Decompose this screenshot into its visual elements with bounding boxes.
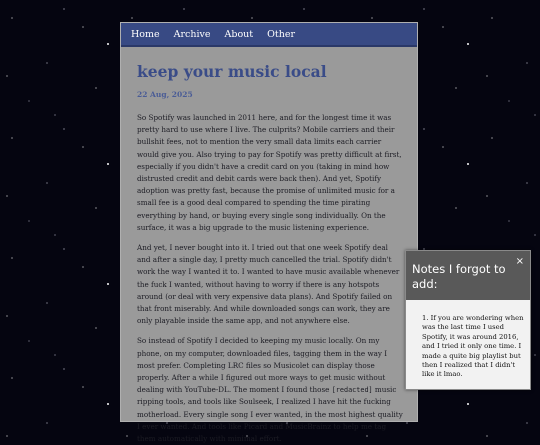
notes-body: 1. If you are wondering when was the las… (406, 300, 530, 380)
nav-archive-link[interactable]: Archive (174, 29, 211, 40)
notes-popup: Notes I forgot to add: × 1. If you are w… (405, 250, 531, 390)
top-nav: Home Archive About Other (121, 23, 417, 47)
notes-header: Notes I forgot to add: × (406, 251, 530, 300)
nav-about-link[interactable]: About (225, 29, 254, 40)
note-item: 1. If you are wondering when was the las… (422, 314, 524, 379)
close-icon[interactable]: × (516, 256, 524, 267)
nav-home-link[interactable]: Home (131, 29, 160, 40)
post-paragraph: So Spotify was launched in 2011 here, an… (137, 113, 402, 232)
notes-title: Notes I forgot to add: (412, 262, 506, 291)
post-title: keep your music local (137, 62, 327, 81)
nav-other-link[interactable]: Other (267, 29, 295, 40)
post-content: keep your music local 22 Aug, 2025 So Sp… (121, 62, 417, 445)
post-paragraph: And yet, I never bought into it. I tried… (137, 243, 400, 326)
post-date: 22 Aug, 2025 (137, 90, 193, 99)
post-page: Home Archive About Other keep your music… (120, 22, 418, 443)
redacted-code: [redacted] (331, 386, 373, 395)
post-paragraph: So instead of Spotify I decided to keepi… (137, 335, 403, 445)
